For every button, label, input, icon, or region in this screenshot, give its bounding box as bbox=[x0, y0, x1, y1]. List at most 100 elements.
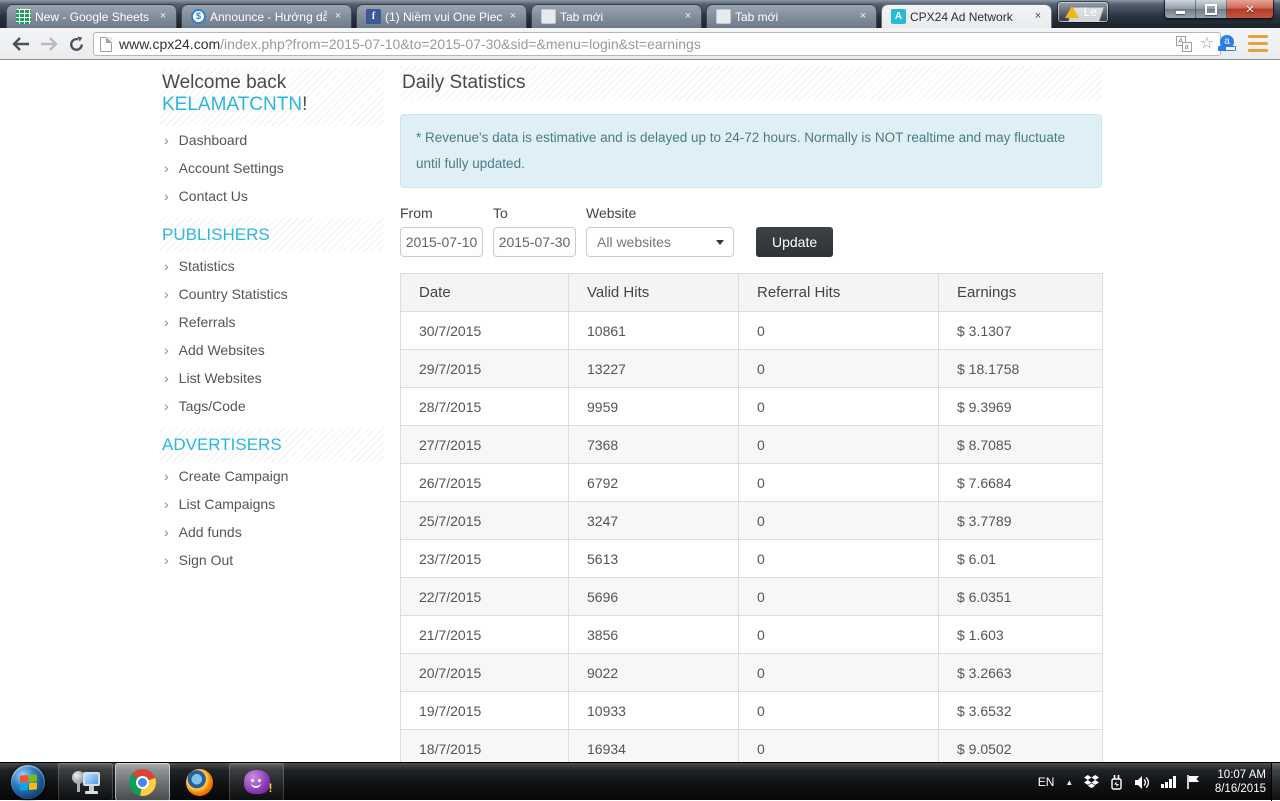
valid-hits-cell: 13227 bbox=[568, 349, 739, 388]
chevron-right-icon bbox=[164, 468, 169, 484]
column-header: Valid Hits bbox=[568, 273, 739, 312]
clock-date: 8/16/2015 bbox=[1214, 783, 1266, 795]
minimize-button[interactable] bbox=[1165, 0, 1196, 18]
sidebar-item[interactable]: Add Websites bbox=[160, 336, 384, 364]
referral-hits-cell: 0 bbox=[738, 691, 939, 730]
sidebar-item[interactable]: Contact Us bbox=[160, 182, 384, 210]
date-cell: 23/7/2015 bbox=[400, 539, 569, 578]
browser-tab[interactable]: (1) Niềm vui One Piece bbox=[356, 4, 527, 28]
date-cell: 29/7/2015 bbox=[400, 349, 569, 388]
action-center-flag-icon[interactable] bbox=[1187, 775, 1200, 789]
referral-hits-cell: 0 bbox=[738, 311, 939, 350]
referral-hits-cell: 0 bbox=[738, 387, 939, 426]
earnings-cell: $ 3.2663 bbox=[938, 653, 1103, 692]
volume-icon[interactable] bbox=[1135, 775, 1150, 789]
browser-tab[interactable]: New - Google Sheets bbox=[6, 4, 177, 28]
sidebar-item[interactable]: Sign Out bbox=[160, 546, 384, 574]
dropbox-icon[interactable] bbox=[1084, 775, 1100, 789]
browser-tab[interactable]: Tab mới bbox=[531, 4, 702, 28]
tab-close-icon[interactable] bbox=[156, 10, 170, 24]
remote-desktop-button[interactable] bbox=[58, 763, 113, 801]
table-row: 28/7/2015 9959 0 $ 9.3969 bbox=[400, 387, 1103, 426]
yahoo-messenger-icon: ! bbox=[243, 770, 273, 795]
firefox-button[interactable] bbox=[172, 763, 227, 801]
sidebar-item-label: Country Statistics bbox=[178, 286, 288, 303]
table-row: 20/7/2015 9022 0 $ 3.2663 bbox=[400, 653, 1103, 692]
sidebar-item[interactable]: Dashboard bbox=[160, 126, 384, 154]
dollar-icon bbox=[191, 9, 206, 24]
translate-icon[interactable]: Aa bbox=[1175, 36, 1192, 52]
tab-close-icon[interactable] bbox=[681, 10, 695, 24]
reload-button[interactable] bbox=[63, 32, 89, 56]
sidebar-item[interactable]: Create Campaign bbox=[160, 462, 384, 490]
sidebar-item[interactable]: Add funds bbox=[160, 518, 384, 546]
power-plug-icon[interactable] bbox=[1110, 774, 1124, 790]
browser-tab[interactable]: CPX24 Ad Network bbox=[881, 4, 1052, 28]
valid-hits-cell: 10861 bbox=[568, 311, 739, 350]
sidebar-item-label: Referrals bbox=[178, 314, 236, 331]
tab-title: CPX24 Ad Network bbox=[910, 9, 1013, 24]
chevron-right-icon bbox=[164, 398, 169, 414]
browser-tab[interactable]: Tab mới bbox=[706, 4, 877, 28]
tab-close-icon[interactable] bbox=[856, 10, 870, 24]
maximize-button[interactable] bbox=[1196, 0, 1227, 18]
show-desktop-button[interactable] bbox=[1271, 763, 1280, 801]
update-button[interactable]: Update bbox=[756, 227, 834, 257]
chevron-right-icon bbox=[164, 258, 169, 274]
tab-title: Tab mới bbox=[560, 9, 604, 24]
sidebar-item[interactable]: Statistics bbox=[160, 252, 384, 280]
sidebar-item-label: Contact Us bbox=[178, 188, 248, 205]
tab-close-icon[interactable] bbox=[331, 10, 345, 24]
back-button[interactable] bbox=[8, 32, 34, 56]
sidebar-item[interactable]: List Campaigns bbox=[160, 490, 384, 518]
system-tray: EN 10:07 AM 8/16/2015 bbox=[1038, 763, 1266, 801]
sidebar-item[interactable]: Tags/Code bbox=[160, 392, 384, 420]
referral-hits-cell: 0 bbox=[738, 501, 939, 540]
yahoo-messenger-button[interactable]: ! bbox=[229, 763, 284, 801]
chrome-button[interactable] bbox=[115, 763, 170, 801]
referral-hits-cell: 0 bbox=[738, 349, 939, 388]
sidebar-item[interactable]: Account Settings bbox=[160, 154, 384, 182]
chrome-menu-icon[interactable] bbox=[1248, 35, 1268, 52]
tab-strip: New - Google Sheets Announce - Hướng dẫn… bbox=[6, 3, 1056, 28]
browser-tab[interactable]: Announce - Hướng dẫn bbox=[181, 4, 352, 28]
tab-close-icon[interactable] bbox=[506, 10, 520, 24]
tab-title: Tab mới bbox=[735, 9, 779, 24]
extension-icon[interactable]: a bbox=[1218, 35, 1236, 53]
bookmark-star-icon[interactable] bbox=[1200, 36, 1214, 52]
clock-time: 10:07 AM bbox=[1217, 769, 1266, 781]
sidebar-item[interactable]: List Websites bbox=[160, 364, 384, 392]
network-signal-icon[interactable] bbox=[1161, 776, 1176, 788]
website-select-value: All websites bbox=[597, 234, 671, 250]
website-select[interactable]: All websites bbox=[586, 227, 734, 257]
language-indicator[interactable]: EN bbox=[1038, 775, 1055, 789]
to-date-input[interactable] bbox=[493, 227, 576, 257]
referral-hits-cell: 0 bbox=[738, 577, 939, 616]
profile-badge[interactable]: Le bbox=[1057, 2, 1108, 22]
sidebar-item[interactable]: Country Statistics bbox=[160, 280, 384, 308]
from-date-input[interactable] bbox=[400, 227, 483, 257]
username: KELAMATCNTN bbox=[162, 94, 303, 116]
chevron-right-icon bbox=[164, 132, 169, 148]
valid-hits-cell: 16934 bbox=[568, 729, 739, 762]
start-button[interactable] bbox=[11, 765, 45, 799]
chevron-right-icon bbox=[164, 286, 169, 302]
close-button[interactable] bbox=[1227, 0, 1273, 18]
earnings-cell: $ 7.6684 bbox=[938, 463, 1103, 502]
publishers-menu: Statistics Country Statistics Referrals … bbox=[160, 252, 384, 420]
address-bar[interactable]: www.cpx24.com/index.php?from=2015-07-10&… bbox=[93, 32, 1221, 56]
hidden-icons-chevron-icon[interactable] bbox=[1065, 778, 1073, 787]
sidebar-item[interactable]: Referrals bbox=[160, 308, 384, 336]
chevron-right-icon bbox=[164, 160, 169, 176]
column-header: Earnings bbox=[938, 273, 1103, 312]
referral-hits-cell: 0 bbox=[738, 463, 939, 502]
table-row: 22/7/2015 5696 0 $ 6.0351 bbox=[400, 577, 1103, 616]
taskbar-clock[interactable]: 10:07 AM 8/16/2015 bbox=[1215, 768, 1266, 796]
forward-button[interactable] bbox=[36, 32, 62, 56]
valid-hits-cell: 10933 bbox=[568, 691, 739, 730]
browser-toolbar: www.cpx24.com/index.php?from=2015-07-10&… bbox=[0, 28, 1280, 60]
valid-hits-cell: 9022 bbox=[568, 653, 739, 692]
publishers-heading: PUBLISHERS bbox=[160, 218, 384, 253]
tab-close-icon[interactable] bbox=[1031, 10, 1045, 24]
sidebar-item-label: List Campaigns bbox=[178, 496, 276, 513]
